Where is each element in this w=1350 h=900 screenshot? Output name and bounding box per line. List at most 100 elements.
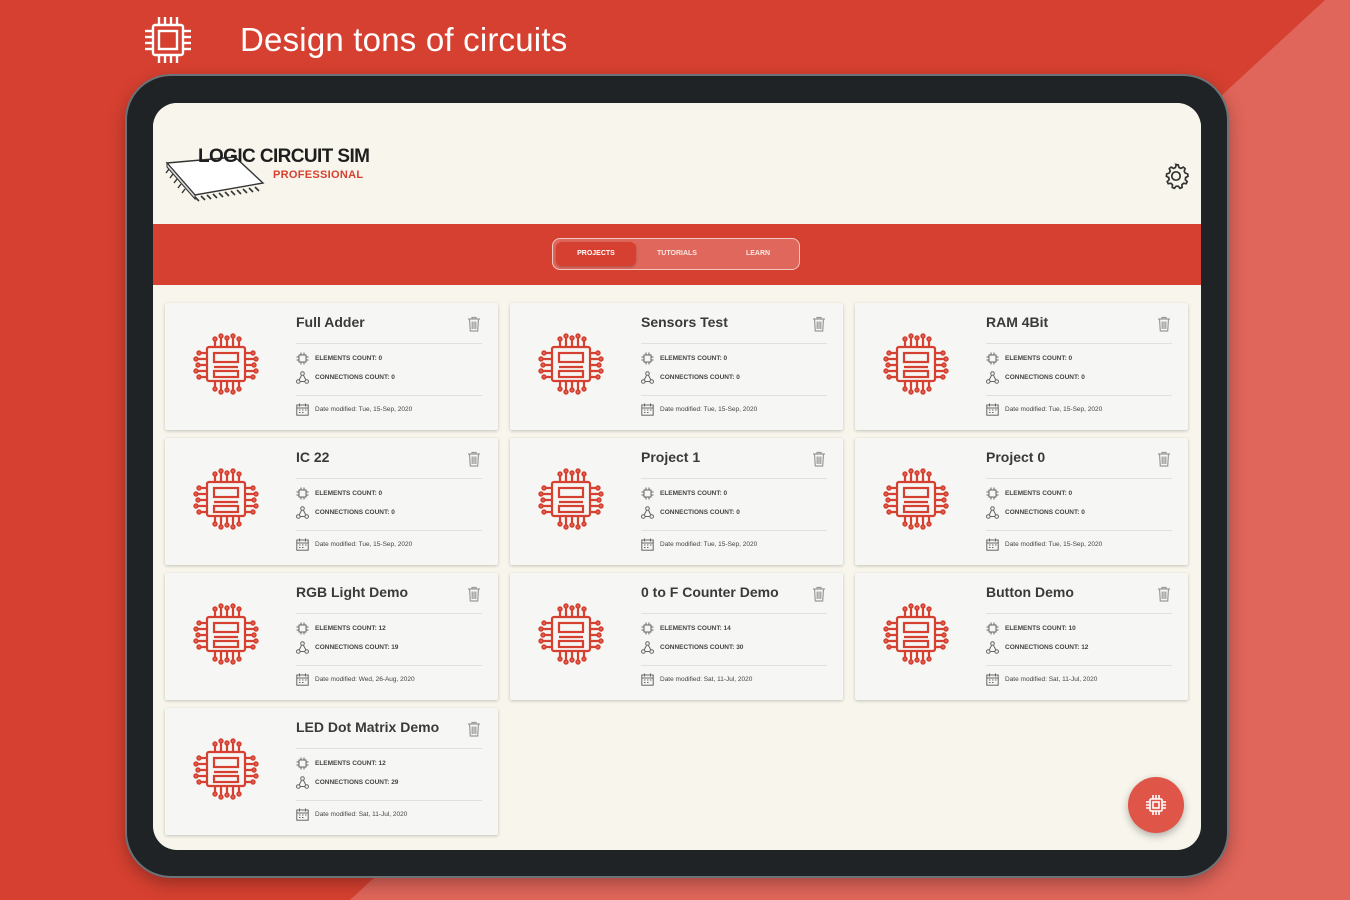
- chip-icon: [986, 352, 999, 365]
- project-title: Project 0: [986, 449, 1046, 465]
- calendar-icon: [296, 673, 309, 686]
- date-modified: Date modified: Tue, 15-Sep, 2020: [986, 403, 1102, 416]
- calendar-icon: [986, 403, 999, 416]
- elements-count: ELEMENTS COUNT: 14: [641, 622, 731, 635]
- divider: [641, 613, 827, 614]
- chip-icon: [986, 487, 999, 500]
- trash-icon[interactable]: [812, 586, 826, 602]
- circuit-chip-icon: [538, 468, 604, 530]
- circuit-chip-icon: [538, 603, 604, 665]
- circuit-chip-icon: [193, 333, 259, 395]
- new-project-button[interactable]: [1128, 777, 1184, 833]
- cpu-chip-icon: [1146, 795, 1166, 815]
- elements-count-label: ELEMENTS COUNT: 12: [315, 760, 386, 767]
- project-card[interactable]: LED Dot Matrix Demo ELEMENTS COUNT: 12 C…: [165, 708, 498, 835]
- date-modified-label: Date modified: Sat, 11-Jul, 2020: [315, 811, 408, 818]
- trash-icon[interactable]: [467, 721, 481, 737]
- chip-icon: [641, 487, 654, 500]
- divider: [641, 665, 827, 666]
- project-card[interactable]: Project 0 ELEMENTS COUNT: 0 CONNECTIONS …: [855, 438, 1188, 565]
- divider: [296, 613, 482, 614]
- project-card[interactable]: Button Demo ELEMENTS COUNT: 10 CONNECTIO…: [855, 573, 1188, 700]
- project-card[interactable]: Full Adder ELEMENTS COUNT: 0 CONNECTIONS…: [165, 303, 498, 430]
- date-modified-label: Date modified: Tue, 15-Sep, 2020: [315, 541, 413, 548]
- trash-icon[interactable]: [467, 316, 481, 332]
- trash-icon[interactable]: [1157, 316, 1171, 332]
- logo-title: LOGIC CIRCUIT SIM: [198, 146, 370, 167]
- date-modified-label: Date modified: Wed, 26-Aug, 2020: [315, 676, 415, 683]
- date-modified: Date modified: Sat, 11-Jul, 2020: [986, 673, 1097, 686]
- chip-icon: [641, 622, 654, 635]
- connections-count-label: CONNECTIONS COUNT: 29: [315, 779, 399, 786]
- elements-count-label: ELEMENTS COUNT: 10: [1005, 625, 1076, 632]
- chip-icon: [296, 352, 309, 365]
- divider: [296, 343, 482, 344]
- tab-projects[interactable]: PROJECTS: [556, 242, 636, 266]
- app-screen: LOGIC CIRCUIT SIM PROFESSIONAL PROJECTS …: [153, 103, 1201, 850]
- connections-count: CONNECTIONS COUNT: 0: [641, 371, 740, 384]
- calendar-icon: [986, 673, 999, 686]
- trash-icon[interactable]: [1157, 586, 1171, 602]
- date-modified: Date modified: Wed, 26-Aug, 2020: [296, 673, 415, 686]
- circuit-chip-icon: [193, 738, 259, 800]
- connections-count-label: CONNECTIONS COUNT: 0: [1005, 509, 1085, 516]
- date-modified-label: Date modified: Tue, 15-Sep, 2020: [1005, 541, 1103, 548]
- calendar-icon: [986, 538, 999, 551]
- app-header: LOGIC CIRCUIT SIM PROFESSIONAL: [153, 103, 1201, 224]
- circuit-chip-icon: [883, 468, 949, 530]
- elements-count-label: ELEMENTS COUNT: 0: [660, 355, 728, 362]
- tab-switcher: PROJECTS TUTORIALS LEARN: [552, 238, 800, 270]
- cpu-chip-icon: [145, 17, 191, 63]
- trash-icon[interactable]: [812, 316, 826, 332]
- elements-count: ELEMENTS COUNT: 0: [641, 352, 727, 365]
- connections-count-label: CONNECTIONS COUNT: 0: [1005, 374, 1085, 381]
- connections-count: CONNECTIONS COUNT: 0: [641, 506, 740, 519]
- divider: [986, 613, 1172, 614]
- tab-tutorials[interactable]: TUTORIALS: [637, 242, 717, 266]
- circuit-chip-icon: [538, 333, 604, 395]
- trash-icon[interactable]: [812, 451, 826, 467]
- project-card[interactable]: Sensors Test ELEMENTS COUNT: 0 CONNECTIO…: [510, 303, 843, 430]
- divider: [296, 665, 482, 666]
- date-modified-label: Date modified: Sat, 11-Jul, 2020: [1005, 676, 1098, 683]
- chip-icon: [986, 622, 999, 635]
- elements-count-label: ELEMENTS COUNT: 14: [660, 625, 731, 632]
- calendar-icon: [641, 403, 654, 416]
- project-card[interactable]: 0 to F Counter Demo ELEMENTS COUNT: 14 C…: [510, 573, 843, 700]
- trash-icon[interactable]: [467, 451, 481, 467]
- connections-icon: [986, 506, 999, 519]
- connections-count-label: CONNECTIONS COUNT: 30: [660, 644, 744, 651]
- connections-icon: [986, 371, 999, 384]
- trash-icon[interactable]: [467, 586, 481, 602]
- project-card[interactable]: RGB Light Demo ELEMENTS COUNT: 12 CONNEC…: [165, 573, 498, 700]
- trash-icon[interactable]: [1157, 451, 1171, 467]
- project-card[interactable]: RAM 4Bit ELEMENTS COUNT: 0 CONNECTIONS C…: [855, 303, 1188, 430]
- project-title: Project 1: [641, 449, 701, 465]
- elements-count-label: ELEMENTS COUNT: 0: [315, 355, 383, 362]
- promo-tagline: Design tons of circuits: [240, 21, 568, 58]
- gear-icon[interactable]: [1162, 162, 1190, 190]
- project-title: IC 22: [296, 449, 330, 465]
- connections-icon: [641, 641, 654, 654]
- project-card[interactable]: IC 22 ELEMENTS COUNT: 0 CONNECTIONS COUN…: [165, 438, 498, 565]
- calendar-icon: [296, 538, 309, 551]
- chip-icon: [296, 622, 309, 635]
- tab-band: PROJECTS TUTORIALS LEARN: [153, 224, 1201, 285]
- divider: [641, 530, 827, 531]
- date-modified: Date modified: Sat, 11-Jul, 2020: [641, 673, 752, 686]
- elements-count-label: ELEMENTS COUNT: 0: [315, 490, 383, 497]
- tab-learn[interactable]: LEARN: [718, 242, 798, 266]
- divider: [986, 530, 1172, 531]
- connections-count: CONNECTIONS COUNT: 0: [296, 371, 395, 384]
- elements-count: ELEMENTS COUNT: 0: [641, 487, 727, 500]
- date-modified: Date modified: Tue, 15-Sep, 2020: [641, 403, 757, 416]
- connections-count-label: CONNECTIONS COUNT: 0: [315, 509, 395, 516]
- elements-count: ELEMENTS COUNT: 0: [986, 352, 1072, 365]
- chip-icon: [641, 352, 654, 365]
- elements-count: ELEMENTS COUNT: 0: [296, 487, 382, 500]
- date-modified: Date modified: Sat, 11-Jul, 2020: [296, 808, 407, 821]
- divider: [296, 530, 482, 531]
- project-title: Button Demo: [986, 584, 1074, 600]
- project-card[interactable]: Project 1 ELEMENTS COUNT: 0 CONNECTIONS …: [510, 438, 843, 565]
- project-title: Sensors Test: [641, 314, 728, 330]
